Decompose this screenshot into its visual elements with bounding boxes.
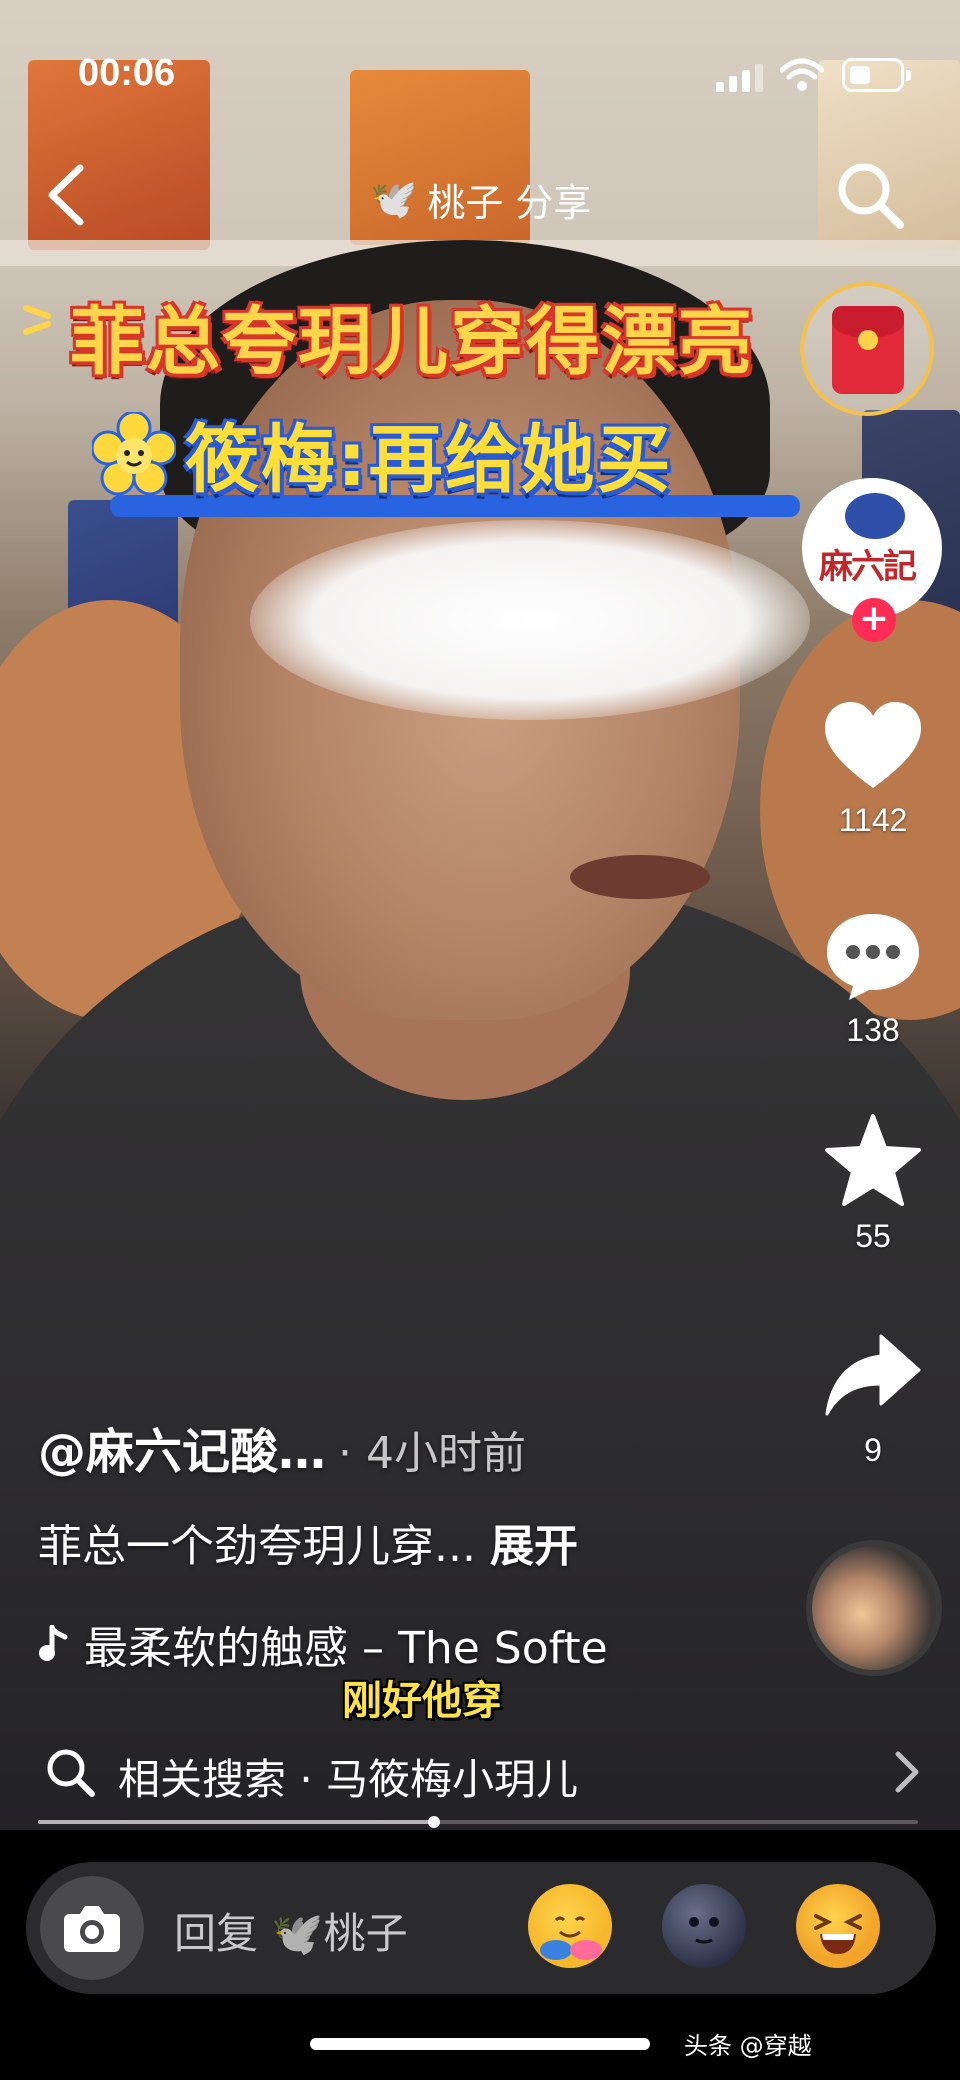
comment-count: 138 (846, 1012, 900, 1048)
dove-emoji-icon: 🕊️ (271, 1909, 324, 1958)
search-icon[interactable] (830, 155, 910, 235)
battery-icon (842, 58, 911, 92)
progress-played (38, 1820, 434, 1824)
favorite-button[interactable]: 55 (808, 1112, 938, 1255)
share-arrow-icon (825, 1334, 921, 1416)
music-title: 最柔软的触感 – The Softe (84, 1623, 608, 1674)
reply-prefix: 回复 (174, 1909, 259, 1958)
dragon-logo-icon (845, 493, 905, 539)
person-mouth (570, 855, 710, 899)
music-disc[interactable] (806, 1540, 942, 1676)
expand-link[interactable]: 展开 (490, 1521, 578, 1572)
description-text: 菲总一个劲夸玥儿穿... (38, 1521, 476, 1572)
related-search-bar[interactable]: 相关搜索 · 马筱梅小玥儿 (0, 1728, 960, 1814)
post-description: 菲总一个劲夸玥儿穿... 展开 (38, 1510, 578, 1574)
related-search-label: 相关搜索 · 马筱梅小玥儿 (118, 1755, 579, 1804)
post-time-ago: · 4小时前 (338, 1428, 526, 1479)
red-envelope-icon (832, 306, 904, 394)
back-arrow-icon[interactable] (40, 160, 100, 230)
video-progress-bar[interactable] (38, 1816, 918, 1828)
overlay-headline-line1: 菲总夸玥儿穿得漂亮 (70, 299, 754, 385)
source-watermark: 头条 @穿越 (684, 2032, 812, 2060)
author-name-link[interactable]: @麻六记酸… (38, 1424, 326, 1480)
hug-emoji-icon[interactable] (528, 1884, 612, 1968)
sparkle-decoration-icon (23, 305, 51, 335)
shared-by-title: 🕊️ 桃子 分享 (370, 172, 591, 227)
camera-button[interactable] (40, 1876, 144, 1980)
video-subtitle: 刚好他穿 (342, 1678, 502, 1724)
red-packet-button[interactable] (800, 282, 934, 416)
avatar-logo-text: 麻六記 (819, 547, 917, 587)
home-indicator[interactable] (310, 2038, 650, 2050)
wifi-icon (780, 58, 824, 91)
shared-by-label: 桃子 分享 (427, 181, 592, 225)
like-button[interactable]: 1142 (808, 700, 938, 839)
heart-icon (825, 702, 921, 788)
status-bar: 00:06 (0, 0, 960, 130)
comment-bubble-icon (827, 914, 919, 1000)
music-line[interactable]: 最柔软的触感 – The Softe (38, 1612, 668, 1676)
reply-target-name: 桃子 (323, 1909, 408, 1958)
like-count: 1142 (838, 802, 908, 838)
cellular-signal-icon (716, 64, 763, 92)
status-time: 00:06 (78, 52, 176, 94)
laughing-emoji-icon[interactable] (796, 1884, 880, 1968)
favorite-count: 55 (855, 1218, 891, 1254)
follow-plus-button[interactable]: + (852, 598, 896, 642)
moon-face-emoji-icon[interactable] (662, 1884, 746, 1968)
dove-emoji-icon: 🕊️ (370, 177, 418, 221)
progress-scrubber-handle[interactable] (428, 1816, 440, 1828)
face-blur-mask (250, 520, 810, 720)
camera-icon (64, 1906, 120, 1952)
music-note-icon (39, 1625, 68, 1661)
search-icon (47, 1749, 95, 1797)
reply-input[interactable]: 回复 🕊️桃子 (174, 1900, 408, 1961)
chevron-right-icon (895, 1751, 919, 1793)
overlay-headline-line2: 筱梅:再给她买 (185, 417, 673, 503)
comment-button[interactable]: 138 (808, 910, 938, 1049)
creator-avatar[interactable]: 麻六記 (802, 478, 942, 618)
author-line: @麻六记酸… · 4小时前 (38, 1412, 526, 1482)
star-icon (825, 1114, 921, 1206)
share-button[interactable]: 9 (808, 1332, 938, 1469)
reply-bar: 回复 🕊️桃子 (26, 1862, 936, 1994)
flower-sticker-icon (92, 412, 176, 496)
share-count: 9 (864, 1432, 882, 1468)
